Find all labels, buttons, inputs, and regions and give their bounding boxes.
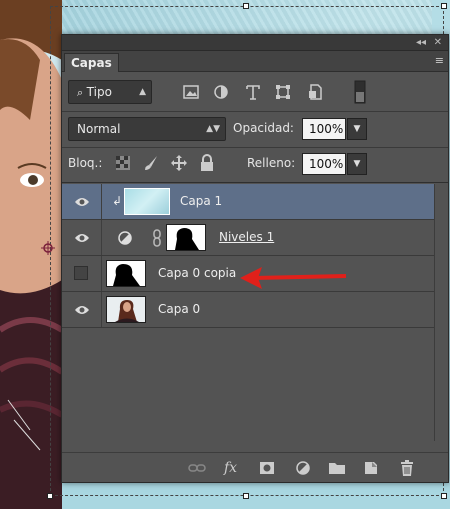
adjustment-layer-icon[interactable] bbox=[116, 229, 134, 247]
red-arrow-annotation bbox=[240, 267, 347, 289]
search-icon: ⌕ bbox=[77, 86, 87, 99]
transform-handle-bottom-right[interactable] bbox=[441, 493, 447, 499]
fill-label: Relleno: bbox=[247, 156, 296, 170]
link-icon[interactable] bbox=[148, 229, 166, 247]
lock-all-icon[interactable] bbox=[198, 154, 216, 172]
fill-slider-button[interactable]: ▼ bbox=[347, 153, 367, 175]
clipping-arrow-icon: ↲ bbox=[112, 194, 123, 208]
layers-panel: ◂◂ ✕ Capas ≡ ⌕ Tipo ▲ Normal ▲▼ Opacidad… bbox=[61, 34, 449, 483]
layer-style-fx-icon[interactable]: fx bbox=[224, 459, 246, 477]
visibility-empty-box bbox=[74, 266, 88, 280]
filter-shape-icon[interactable] bbox=[274, 83, 292, 101]
visibility-toggle[interactable] bbox=[62, 256, 102, 291]
filter-toggle-switch[interactable] bbox=[354, 80, 366, 104]
layer-row[interactable]: ↲ Capa 1 bbox=[62, 184, 434, 220]
filter-adjustment-icon[interactable] bbox=[212, 83, 230, 101]
layer-thumbnail[interactable] bbox=[106, 296, 146, 323]
lock-position-icon[interactable] bbox=[170, 154, 188, 172]
blend-mode-value: Normal bbox=[77, 122, 121, 136]
visibility-toggle[interactable] bbox=[62, 292, 102, 327]
blend-mode-dropdown[interactable]: Normal ▲▼ bbox=[68, 117, 226, 141]
opacity-input[interactable]: 100% bbox=[302, 118, 346, 140]
tab-layers[interactable]: Capas bbox=[64, 53, 119, 72]
layers-list: ↲ Capa 1 Niveles 1 Capa 0 copia Capa 0 bbox=[62, 184, 434, 328]
panel-titlebar: ◂◂ ✕ bbox=[62, 35, 448, 51]
lock-label: Bloq.: bbox=[68, 156, 103, 170]
fill-input[interactable]: 100% bbox=[302, 153, 346, 175]
layer-thumbnail[interactable] bbox=[106, 260, 146, 287]
opacity-label: Opacidad: bbox=[233, 121, 294, 135]
separator bbox=[62, 147, 448, 148]
filter-kind-label: Tipo bbox=[86, 85, 112, 99]
filter-smart-object-icon[interactable] bbox=[306, 83, 324, 101]
reference-point-icon[interactable] bbox=[41, 241, 55, 255]
separator bbox=[62, 182, 448, 183]
layer-name[interactable]: Capa 1 bbox=[180, 184, 222, 219]
new-layer-icon[interactable] bbox=[362, 459, 380, 477]
transform-handle-bottom-left[interactable] bbox=[47, 493, 53, 499]
link-layers-icon[interactable] bbox=[188, 459, 206, 477]
panel-tab-row: Capas ≡ bbox=[62, 51, 448, 72]
separator bbox=[62, 111, 448, 112]
add-mask-icon[interactable] bbox=[258, 459, 276, 477]
eye-icon bbox=[75, 306, 89, 314]
filter-kind-dropdown[interactable]: ⌕ Tipo ▲ bbox=[68, 80, 152, 104]
visibility-toggle[interactable] bbox=[62, 184, 102, 219]
layer-mask-thumbnail[interactable] bbox=[166, 224, 206, 251]
transform-handle-top-right[interactable] bbox=[441, 3, 447, 9]
lock-image-pixels-icon[interactable] bbox=[142, 154, 160, 172]
updown-icon: ▲▼ bbox=[206, 124, 220, 134]
layer-thumbnail[interactable] bbox=[124, 188, 170, 215]
collapse-panel-button[interactable]: ◂◂ bbox=[416, 36, 426, 50]
layers-scrollbar[interactable] bbox=[434, 184, 448, 441]
layer-name[interactable]: Capa 0 copia bbox=[158, 256, 236, 291]
eye-icon bbox=[75, 234, 89, 242]
layers-bottom-toolbar: fx bbox=[62, 452, 448, 482]
layer-name[interactable]: Capa 0 bbox=[158, 292, 200, 327]
eye-icon bbox=[75, 198, 89, 206]
new-adjustment-layer-icon[interactable] bbox=[294, 459, 312, 477]
visibility-toggle[interactable] bbox=[62, 220, 102, 255]
filter-pixel-icon[interactable] bbox=[182, 83, 200, 101]
transform-handle-top[interactable] bbox=[243, 3, 249, 9]
layer-row[interactable]: Capa 0 bbox=[62, 292, 434, 328]
transform-handle-bottom[interactable] bbox=[243, 493, 249, 499]
delete-layer-trash-icon[interactable] bbox=[398, 459, 416, 477]
layer-name[interactable]: Niveles 1 bbox=[219, 220, 274, 255]
panel-menu-icon[interactable]: ≡ bbox=[435, 54, 444, 68]
opacity-slider-button[interactable]: ▼ bbox=[347, 118, 367, 140]
new-group-folder-icon[interactable] bbox=[328, 459, 346, 477]
filter-type-icon[interactable] bbox=[244, 83, 262, 101]
lock-transparent-pixels-icon[interactable] bbox=[114, 154, 132, 172]
updown-icon: ▲ bbox=[139, 87, 146, 97]
layer-row[interactable]: Niveles 1 bbox=[62, 220, 434, 256]
close-panel-button[interactable]: ✕ bbox=[434, 36, 442, 50]
